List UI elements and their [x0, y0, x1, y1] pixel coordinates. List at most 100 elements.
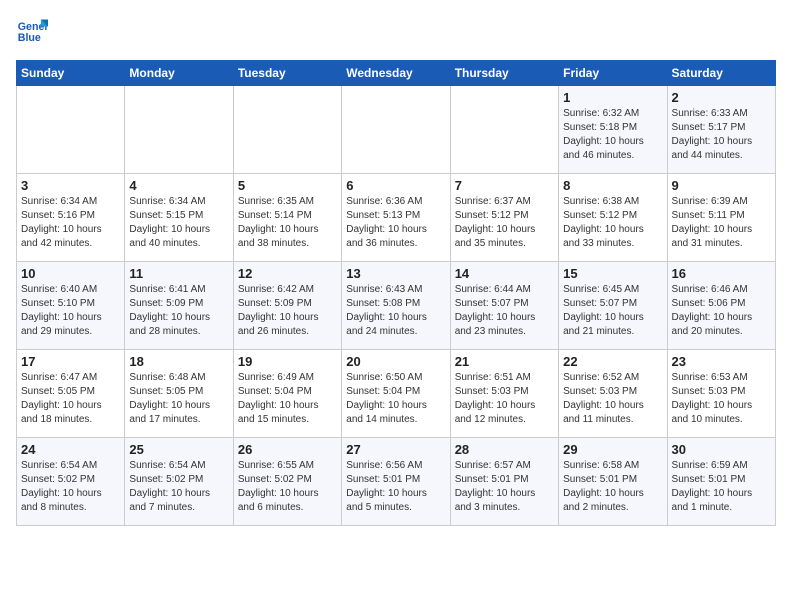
calendar-table: SundayMondayTuesdayWednesdayThursdayFrid…	[16, 60, 776, 526]
day-cell: 19 Sunrise: 6:49 AM Sunset: 5:04 PM Dayli…	[233, 350, 341, 438]
day-info: Sunrise: 6:53 AM Sunset: 5:03 PM Dayligh…	[672, 371, 771, 427]
day-number: 6	[346, 178, 445, 193]
day-number: 1	[563, 90, 662, 105]
col-header-monday: Monday	[125, 61, 233, 86]
day-cell	[342, 86, 450, 174]
day-number: 21	[455, 354, 554, 369]
day-number: 10	[21, 266, 120, 281]
day-cell: 3 Sunrise: 6:34 AM Sunset: 5:16 PM Daylig…	[17, 174, 125, 262]
col-header-friday: Friday	[559, 61, 667, 86]
day-info: Sunrise: 6:37 AM Sunset: 5:12 PM Dayligh…	[455, 195, 554, 251]
day-number: 12	[238, 266, 337, 281]
day-cell: 1 Sunrise: 6:32 AM Sunset: 5:18 PM Daylig…	[559, 86, 667, 174]
day-number: 18	[129, 354, 228, 369]
day-info: Sunrise: 6:48 AM Sunset: 5:05 PM Dayligh…	[129, 371, 228, 427]
day-cell: 14 Sunrise: 6:44 AM Sunset: 5:07 PM Dayli…	[450, 262, 558, 350]
day-number: 25	[129, 442, 228, 457]
day-number: 7	[455, 178, 554, 193]
day-cell: 4 Sunrise: 6:34 AM Sunset: 5:15 PM Daylig…	[125, 174, 233, 262]
day-number: 14	[455, 266, 554, 281]
day-cell	[450, 86, 558, 174]
day-info: Sunrise: 6:34 AM Sunset: 5:16 PM Dayligh…	[21, 195, 120, 251]
day-info: Sunrise: 6:51 AM Sunset: 5:03 PM Dayligh…	[455, 371, 554, 427]
day-info: Sunrise: 6:49 AM Sunset: 5:04 PM Dayligh…	[238, 371, 337, 427]
day-number: 23	[672, 354, 771, 369]
day-number: 22	[563, 354, 662, 369]
day-number: 30	[672, 442, 771, 457]
day-number: 17	[21, 354, 120, 369]
day-number: 2	[672, 90, 771, 105]
day-cell: 16Sunrise: 6:46 AM Sunset: 5:06 PM Dayli…	[667, 262, 775, 350]
day-cell	[17, 86, 125, 174]
day-cell: 7 Sunrise: 6:37 AM Sunset: 5:12 PM Daylig…	[450, 174, 558, 262]
week-row-5: 24 Sunrise: 6:54 AM Sunset: 5:02 PM Dayli…	[17, 438, 776, 526]
day-cell: 27 Sunrise: 6:56 AM Sunset: 5:01 PM Dayli…	[342, 438, 450, 526]
col-header-wednesday: Wednesday	[342, 61, 450, 86]
day-number: 27	[346, 442, 445, 457]
day-number: 26	[238, 442, 337, 457]
day-cell: 17 Sunrise: 6:47 AM Sunset: 5:05 PM Dayli…	[17, 350, 125, 438]
day-info: Sunrise: 6:55 AM Sunset: 5:02 PM Dayligh…	[238, 459, 337, 515]
day-number: 11	[129, 266, 228, 281]
logo: General Blue	[16, 16, 52, 48]
day-number: 3	[21, 178, 120, 193]
day-info: Sunrise: 6:35 AM Sunset: 5:14 PM Dayligh…	[238, 195, 337, 251]
day-number: 9	[672, 178, 771, 193]
day-cell: 18 Sunrise: 6:48 AM Sunset: 5:05 PM Dayli…	[125, 350, 233, 438]
day-info: Sunrise: 6:39 AM Sunset: 5:11 PM Dayligh…	[672, 195, 771, 251]
day-info: Sunrise: 6:50 AM Sunset: 5:04 PM Dayligh…	[346, 371, 445, 427]
day-info: Sunrise: 6:44 AM Sunset: 5:07 PM Dayligh…	[455, 283, 554, 339]
day-cell	[233, 86, 341, 174]
day-number: 5	[238, 178, 337, 193]
day-cell: 26 Sunrise: 6:55 AM Sunset: 5:02 PM Dayli…	[233, 438, 341, 526]
week-row-3: 10 Sunrise: 6:40 AM Sunset: 5:10 PM Dayli…	[17, 262, 776, 350]
day-number: 24	[21, 442, 120, 457]
day-cell	[125, 86, 233, 174]
col-header-saturday: Saturday	[667, 61, 775, 86]
day-info: Sunrise: 6:52 AM Sunset: 5:03 PM Dayligh…	[563, 371, 662, 427]
day-info: Sunrise: 6:32 AM Sunset: 5:18 PM Dayligh…	[563, 107, 662, 163]
day-cell: 20 Sunrise: 6:50 AM Sunset: 5:04 PM Dayli…	[342, 350, 450, 438]
day-number: 20	[346, 354, 445, 369]
logo-icon: General Blue	[16, 16, 48, 48]
day-number: 4	[129, 178, 228, 193]
day-cell: 11 Sunrise: 6:41 AM Sunset: 5:09 PM Dayli…	[125, 262, 233, 350]
day-info: Sunrise: 6:57 AM Sunset: 5:01 PM Dayligh…	[455, 459, 554, 515]
day-cell: 25 Sunrise: 6:54 AM Sunset: 5:02 PM Dayli…	[125, 438, 233, 526]
day-info: Sunrise: 6:43 AM Sunset: 5:08 PM Dayligh…	[346, 283, 445, 339]
day-info: Sunrise: 6:54 AM Sunset: 5:02 PM Dayligh…	[21, 459, 120, 515]
day-cell: 5 Sunrise: 6:35 AM Sunset: 5:14 PM Daylig…	[233, 174, 341, 262]
day-number: 15	[563, 266, 662, 281]
day-cell: 9 Sunrise: 6:39 AM Sunset: 5:11 PM Daylig…	[667, 174, 775, 262]
day-cell: 21 Sunrise: 6:51 AM Sunset: 5:03 PM Dayli…	[450, 350, 558, 438]
day-cell: 15 Sunrise: 6:45 AM Sunset: 5:07 PM Dayli…	[559, 262, 667, 350]
day-cell: 23 Sunrise: 6:53 AM Sunset: 5:03 PM Dayli…	[667, 350, 775, 438]
day-cell: 12 Sunrise: 6:42 AM Sunset: 5:09 PM Dayli…	[233, 262, 341, 350]
day-info: Sunrise: 6:54 AM Sunset: 5:02 PM Dayligh…	[129, 459, 228, 515]
day-info: Sunrise: 6:58 AM Sunset: 5:01 PM Dayligh…	[563, 459, 662, 515]
col-header-thursday: Thursday	[450, 61, 558, 86]
day-cell: 10 Sunrise: 6:40 AM Sunset: 5:10 PM Dayli…	[17, 262, 125, 350]
day-number: 16	[672, 266, 771, 281]
day-info: Sunrise: 6:59 AM Sunset: 5:01 PM Dayligh…	[672, 459, 771, 515]
day-cell: 2 Sunrise: 6:33 AM Sunset: 5:17 PM Daylig…	[667, 86, 775, 174]
day-info: Sunrise: 6:34 AM Sunset: 5:15 PM Dayligh…	[129, 195, 228, 251]
day-info: Sunrise: 6:56 AM Sunset: 5:01 PM Dayligh…	[346, 459, 445, 515]
day-number: 29	[563, 442, 662, 457]
day-info: Sunrise: 6:33 AM Sunset: 5:17 PM Dayligh…	[672, 107, 771, 163]
day-number: 8	[563, 178, 662, 193]
day-info: Sunrise: 6:38 AM Sunset: 5:12 PM Dayligh…	[563, 195, 662, 251]
day-number: 19	[238, 354, 337, 369]
day-info: Sunrise: 6:42 AM Sunset: 5:09 PM Dayligh…	[238, 283, 337, 339]
day-cell: 28 Sunrise: 6:57 AM Sunset: 5:01 PM Dayli…	[450, 438, 558, 526]
day-cell: 6Sunrise: 6:36 AM Sunset: 5:13 PM Daylig…	[342, 174, 450, 262]
day-info: Sunrise: 6:47 AM Sunset: 5:05 PM Dayligh…	[21, 371, 120, 427]
day-info: Sunrise: 6:40 AM Sunset: 5:10 PM Dayligh…	[21, 283, 120, 339]
day-cell: 22 Sunrise: 6:52 AM Sunset: 5:03 PM Dayli…	[559, 350, 667, 438]
col-header-sunday: Sunday	[17, 61, 125, 86]
day-info: Sunrise: 6:45 AM Sunset: 5:07 PM Dayligh…	[563, 283, 662, 339]
week-row-2: 3 Sunrise: 6:34 AM Sunset: 5:16 PM Daylig…	[17, 174, 776, 262]
day-number: 28	[455, 442, 554, 457]
day-cell: 8 Sunrise: 6:38 AM Sunset: 5:12 PM Daylig…	[559, 174, 667, 262]
day-info: Sunrise: 6:41 AM Sunset: 5:09 PM Dayligh…	[129, 283, 228, 339]
